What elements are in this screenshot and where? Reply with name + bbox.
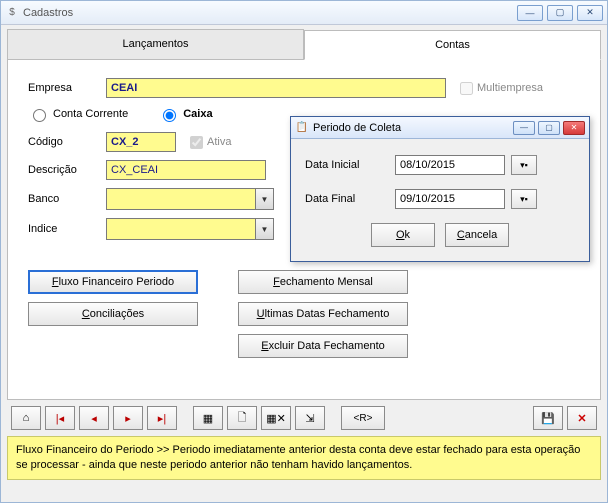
periodo-dialog: 📋 Periodo de Coleta — ▢ ✕ Data Inicial ▾… xyxy=(290,116,590,262)
chevron-down-icon[interactable]: ▼ xyxy=(255,219,273,239)
multiempresa-label: Multiempresa xyxy=(477,82,543,94)
next-record-icon[interactable]: ▸ xyxy=(113,406,143,430)
main-window: $ Cadastros — ▢ ✕ Lançamentos Contas Emp… xyxy=(0,0,608,503)
dialog-maximize-button[interactable]: ▢ xyxy=(538,121,560,135)
excluir-data-button[interactable]: Excluir Data Fechamento xyxy=(238,334,408,358)
codigo-input[interactable] xyxy=(106,132,176,152)
empresa-label: Empresa xyxy=(28,82,106,94)
dialog-titlebar: 📋 Periodo de Coleta — ▢ ✕ xyxy=(291,117,589,139)
data-final-input[interactable] xyxy=(395,189,505,209)
first-record-icon[interactable]: |◂ xyxy=(45,406,75,430)
indice-combo[interactable]: ▼ xyxy=(106,218,274,240)
dialog-close-button[interactable]: ✕ xyxy=(563,121,585,135)
form-panel: Empresa Multiempresa Conta Corrente Caix… xyxy=(7,60,601,400)
radio-conta-corrente[interactable]: Conta Corrente xyxy=(28,106,128,122)
fluxo-financeiro-button[interactable]: Fluxo Financeiro Periodo xyxy=(28,270,198,294)
data-inicial-input[interactable] xyxy=(395,155,505,175)
close-button[interactable]: ✕ xyxy=(577,5,603,21)
multiempresa-checkbox[interactable]: Multiempresa xyxy=(456,79,543,98)
calendar-icon: 📋 xyxy=(295,121,309,135)
descricao-input[interactable] xyxy=(106,160,266,180)
titlebar: $ Cadastros — ▢ ✕ xyxy=(1,1,607,25)
last-record-icon[interactable]: ▸| xyxy=(147,406,177,430)
ativa-check[interactable] xyxy=(190,136,203,149)
codigo-label: Código xyxy=(28,136,106,148)
window-title: Cadastros xyxy=(23,7,517,19)
tab-lancamentos[interactable]: Lançamentos xyxy=(7,29,304,59)
fechamento-mensal-button[interactable]: Fechamento Mensal xyxy=(238,270,408,294)
data-final-label: Data Final xyxy=(305,193,395,205)
status-bar: Fluxo Financeiro do Periodo >> Periodo i… xyxy=(7,436,601,480)
dialog-title: Periodo de Coleta xyxy=(313,122,513,134)
descricao-label: Descrição xyxy=(28,164,106,176)
maximize-button[interactable]: ▢ xyxy=(547,5,573,21)
banco-combo[interactable]: ▼ xyxy=(106,188,274,210)
ativa-label: Ativa xyxy=(207,136,231,148)
app-icon: $ xyxy=(5,6,19,20)
data-inicial-calendar-button[interactable]: ▾▪ xyxy=(511,155,537,175)
tab-contas[interactable]: Contas xyxy=(304,30,601,60)
cancel-icon[interactable]: ✕ xyxy=(567,406,597,430)
refresh-button[interactable]: <R> xyxy=(341,406,385,430)
dialog-ok-button[interactable]: Ok xyxy=(371,223,435,247)
home-icon[interactable]: ⌂ xyxy=(11,406,41,430)
multiempresa-check[interactable] xyxy=(460,82,473,95)
chevron-down-icon[interactable]: ▼ xyxy=(255,189,273,209)
prev-record-icon[interactable]: ◂ xyxy=(79,406,109,430)
indice-label: Indice xyxy=(28,223,106,235)
conciliacoes-button[interactable]: Conciliações xyxy=(28,302,198,326)
save-icon[interactable]: 💾 xyxy=(533,406,563,430)
delete-grid-icon[interactable]: ▦✕ xyxy=(261,406,291,430)
dialog-cancel-button[interactable]: Cancela xyxy=(445,223,509,247)
empresa-input[interactable] xyxy=(106,78,446,98)
toolbar: ⌂ |◂ ◂ ▸ ▸| ▦ 🗋 ▦✕ ⇲ <R> 💾 ✕ xyxy=(1,400,607,436)
radio-caixa[interactable]: Caixa xyxy=(158,106,212,122)
minimize-button[interactable]: — xyxy=(517,5,543,21)
data-final-calendar-button[interactable]: ▾▪ xyxy=(511,189,537,209)
banco-label: Banco xyxy=(28,193,106,205)
ultimas-datas-button[interactable]: Ultimas Datas Fechamento xyxy=(238,302,408,326)
ativa-checkbox[interactable]: Ativa xyxy=(186,133,231,152)
grid-icon[interactable]: ▦ xyxy=(193,406,223,430)
new-document-icon[interactable]: 🗋 xyxy=(227,406,257,430)
dialog-minimize-button[interactable]: — xyxy=(513,121,535,135)
data-inicial-label: Data Inicial xyxy=(305,159,395,171)
export-icon[interactable]: ⇲ xyxy=(295,406,325,430)
content-area: Lançamentos Contas Empresa Multiempresa … xyxy=(1,25,607,502)
